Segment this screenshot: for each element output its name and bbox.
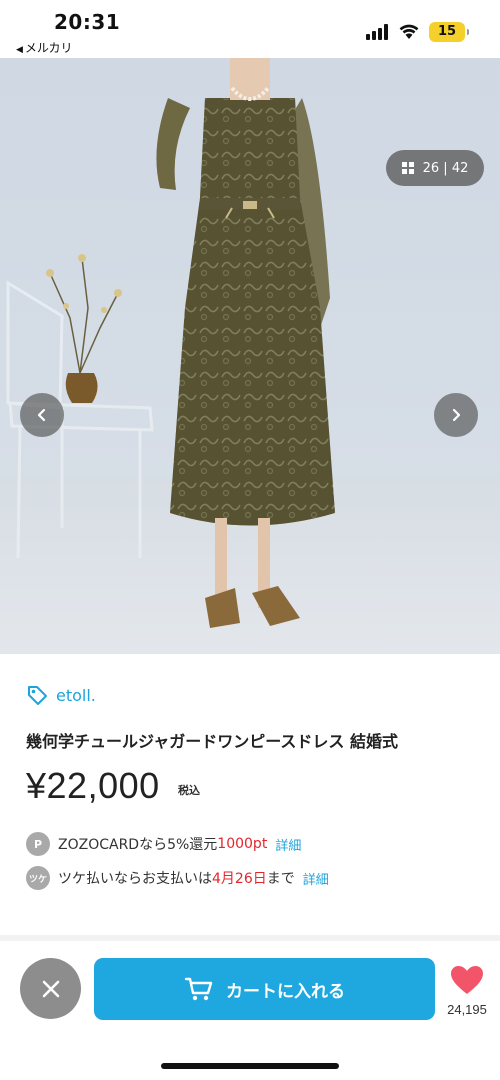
like-count: 24,195 xyxy=(447,1002,487,1017)
chevron-right-icon xyxy=(452,408,461,422)
product-price: ¥22,000 xyxy=(26,765,160,806)
image-counter[interactable]: 26 | 42 xyxy=(386,150,484,186)
tag-icon xyxy=(28,686,47,705)
zozocard-points: 1000pt xyxy=(217,836,268,852)
shop-link[interactable]: etoll. xyxy=(26,684,96,706)
zozocard-promotion: P ZOZOCARDなら5%還元 1000pt 詳細 xyxy=(26,832,301,856)
cart-icon xyxy=(184,977,213,1001)
tsuke-due-date: 4月26日 xyxy=(212,871,267,887)
tsuke-promo-text: ツケ払いならお支払いは xyxy=(58,871,212,887)
zozocard-promo-text: ZOZOCARDなら5%還元 xyxy=(58,837,218,853)
cellular-signal-icon xyxy=(366,24,390,40)
image-counter-current: 26 xyxy=(422,160,440,176)
previous-image-button[interactable] xyxy=(20,393,64,437)
home-indicator[interactable] xyxy=(161,1063,339,1069)
like-button[interactable]: 24,195 xyxy=(444,964,490,1017)
close-button[interactable] xyxy=(20,958,81,1019)
product-image-gallery[interactable]: 26 | 42 xyxy=(0,58,500,654)
section-divider xyxy=(0,935,500,941)
tsuke-payment-icon: ツケ xyxy=(26,866,50,890)
product-photo xyxy=(0,58,500,654)
next-image-button[interactable] xyxy=(434,393,478,437)
add-to-cart-button[interactable]: カートに入れる xyxy=(94,958,435,1020)
tsuke-payment-promotion: ツケ ツケ払いならお支払いは 4月26日 まで 詳細 xyxy=(26,866,329,890)
back-to-app-link[interactable]: ◀ メルカリ xyxy=(16,39,73,56)
tsuke-details-link[interactable]: 詳細 xyxy=(303,869,329,888)
status-time: 20:31 xyxy=(54,10,121,34)
wifi-icon xyxy=(399,24,419,39)
image-counter-separator: | xyxy=(443,160,448,176)
add-to-cart-label: カートに入れる xyxy=(226,981,345,1002)
image-counter-total: 42 xyxy=(451,160,469,176)
status-bar: 20:31 ◀ メルカリ 15 xyxy=(0,0,500,58)
grid-view-icon xyxy=(401,161,415,175)
back-app-label: メルカリ xyxy=(24,41,73,55)
shop-name: etoll. xyxy=(56,685,96,705)
tsuke-promo-suffix: まで xyxy=(266,871,295,887)
tax-included-label: 税込 xyxy=(178,784,200,797)
close-icon xyxy=(42,980,59,997)
points-icon: P xyxy=(26,832,50,856)
product-title: 幾何学チュールジャガードワンピースドレス 結婚式 xyxy=(26,732,398,751)
chevron-left-icon xyxy=(37,408,46,422)
back-triangle-icon: ◀ xyxy=(16,45,23,55)
heart-icon xyxy=(451,966,483,994)
battery-icon: 15 xyxy=(429,22,469,42)
image-counter-text: 26 | 42 xyxy=(423,161,469,176)
zozocard-details-link[interactable]: 詳細 xyxy=(275,835,301,854)
